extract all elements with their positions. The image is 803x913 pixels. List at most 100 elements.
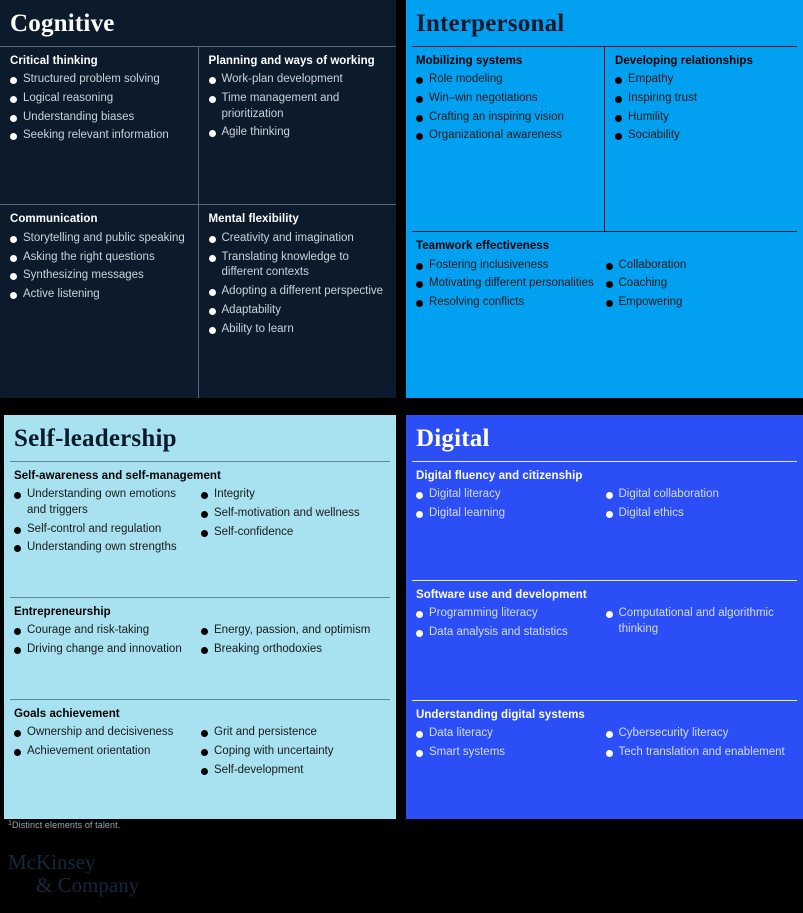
- item-label: Coping with uncertainty: [214, 744, 334, 757]
- list-item: Understanding own emotions and triggers: [14, 487, 195, 519]
- list-item: Digital learning: [416, 506, 600, 522]
- group-planning: Planning and ways of working Work-plan d…: [199, 47, 397, 205]
- list-item: Coping with uncertainty: [201, 744, 388, 760]
- item-list: Ownership and decisiveness Achievement o…: [14, 725, 195, 760]
- group-critical-thinking: Critical thinking Structured problem sol…: [0, 47, 198, 205]
- list-item: Self-motivation and wellness: [201, 506, 388, 522]
- panel-digital: Digital Digital fluency and citizenship …: [406, 415, 803, 819]
- bullet-icon: [14, 628, 21, 636]
- bullet-icon: [615, 76, 622, 84]
- item-label: Resolving conflicts: [429, 296, 525, 309]
- item-list: Creativity and imagination Translating k…: [208, 231, 389, 338]
- panel-cognitive-title: Cognitive: [10, 10, 115, 37]
- bullet-icon: [14, 729, 21, 737]
- list-item: Breaking orthodoxies: [201, 642, 388, 658]
- panel-digital-header: Digital: [406, 415, 803, 461]
- talent-skills-board: Cognitive Critical thinking Structured p…: [0, 0, 803, 913]
- column-left: Ownership and decisiveness Achievement o…: [14, 725, 201, 782]
- group-understanding-digital-systems: Understanding digital systems Data liter…: [406, 701, 803, 820]
- two-column-wrap: Data literacy Smart systems Cybersecurit…: [416, 726, 795, 764]
- list-item: Storytelling and public speaking: [10, 231, 190, 247]
- item-label: Digital collaboration: [618, 487, 719, 500]
- bullet-icon: [605, 730, 613, 738]
- item-label: Win–win negotiations: [429, 91, 538, 104]
- bullet-icon: [416, 262, 423, 270]
- list-item: Empathy: [615, 72, 795, 88]
- bullet-icon: [605, 749, 613, 757]
- list-item: Adopting a different perspective: [208, 284, 389, 300]
- list-item: Digital ethics: [605, 506, 796, 522]
- bullet-icon: [10, 273, 17, 281]
- list-item: Structured problem solving: [10, 72, 190, 88]
- panel-interpersonal-header: Interpersonal: [406, 0, 803, 46]
- list-item: Humility: [615, 110, 795, 126]
- two-column-wrap: Understanding own emotions and triggers …: [14, 487, 388, 559]
- bullet-icon: [201, 628, 208, 636]
- list-item: Organizational awareness: [416, 128, 596, 144]
- two-column-wrap: Fostering inclusiveness Motivating diffe…: [416, 258, 795, 315]
- footnote: 1Distinct elements of talent.: [8, 820, 120, 830]
- bullet-icon: [10, 114, 17, 122]
- section-row-1: Digital fluency and citizenship Digital …: [406, 462, 803, 581]
- item-list: Digital collaboration Digital ethics: [605, 487, 796, 522]
- footnote-text: Distinct elements of talent.: [12, 820, 121, 830]
- list-item: Data literacy: [416, 726, 600, 742]
- item-label: Motivating different personalities: [429, 277, 594, 290]
- item-list: Energy, passion, and optimism Breaking o…: [201, 623, 388, 658]
- bullet-icon: [615, 114, 622, 122]
- list-item: Sociability: [615, 128, 795, 144]
- item-label: Adopting a different perspective: [221, 285, 384, 298]
- column-right: Energy, passion, and optimism Breaking o…: [201, 623, 388, 661]
- bullet-icon: [208, 235, 216, 243]
- list-item: Self-development: [201, 763, 388, 779]
- item-list: Role modeling Win–win negotiations Craft…: [416, 72, 596, 144]
- bullet-icon: [208, 95, 216, 103]
- column-left: Digital literacy Digital learning: [416, 487, 606, 525]
- group-title: Mental flexibility: [208, 213, 299, 226]
- group-developing-relationships: Developing relationships Empathy Inspiri…: [605, 47, 803, 232]
- item-label: Empathy: [628, 72, 674, 85]
- panel-self-leadership-header: Self-leadership: [4, 415, 396, 461]
- item-label: Integrity: [214, 487, 255, 500]
- list-item: Coaching: [605, 276, 796, 292]
- item-label: Humility: [628, 110, 669, 123]
- item-list: Storytelling and public speaking Asking …: [10, 231, 190, 303]
- bullet-icon: [416, 749, 423, 757]
- bullet-icon: [416, 95, 423, 103]
- bullet-icon: [208, 289, 216, 297]
- item-label: Self-control and regulation: [27, 522, 162, 535]
- bullet-icon: [615, 133, 622, 141]
- column-right: Collaboration Coaching Empowering: [605, 258, 796, 315]
- item-label: Data literacy: [429, 726, 493, 739]
- group-title: Teamwork effectiveness: [416, 240, 550, 253]
- item-label: Synthesizing messages: [23, 269, 144, 282]
- bullet-icon: [201, 729, 208, 737]
- item-label: Asking the right questions: [23, 250, 155, 263]
- panel-self-leadership-title: Self-leadership: [14, 425, 177, 452]
- section-row-3: Goals achievement Ownership and decisive…: [4, 700, 396, 820]
- list-item: Smart systems: [416, 745, 600, 761]
- bullet-icon: [201, 647, 208, 655]
- column-right: Computational and algorithmic thinking: [605, 606, 796, 644]
- item-list: Grit and persistence Coping with uncerta…: [201, 725, 388, 779]
- list-item: Achievement orientation: [14, 744, 195, 760]
- group-communication: Communication Storytelling and public sp…: [0, 205, 198, 398]
- bullet-icon: [416, 114, 423, 122]
- bullet-icon: [416, 491, 423, 499]
- item-list: Courage and risk-taking Driving change a…: [14, 623, 195, 658]
- bullet-icon: [416, 730, 423, 738]
- bullet-icon: [10, 292, 17, 300]
- item-label: Ability to learn: [221, 323, 294, 336]
- list-item: Self-confidence: [201, 525, 388, 541]
- item-label: Understanding biases: [23, 110, 135, 123]
- item-label: Fostering inclusiveness: [429, 258, 549, 271]
- section-row-1: Mobilizing systems Role modeling Win–win…: [406, 46, 803, 232]
- list-item: Digital collaboration: [605, 487, 796, 503]
- section-row-2: Communication Storytelling and public sp…: [0, 205, 396, 398]
- bullet-icon: [201, 748, 208, 756]
- group-title: Software use and development: [416, 589, 587, 601]
- bullet-icon: [416, 630, 423, 638]
- item-label: Self-confidence: [214, 525, 294, 538]
- list-item: Energy, passion, and optimism: [201, 623, 388, 639]
- item-list: Integrity Self-motivation and wellness S…: [201, 487, 388, 541]
